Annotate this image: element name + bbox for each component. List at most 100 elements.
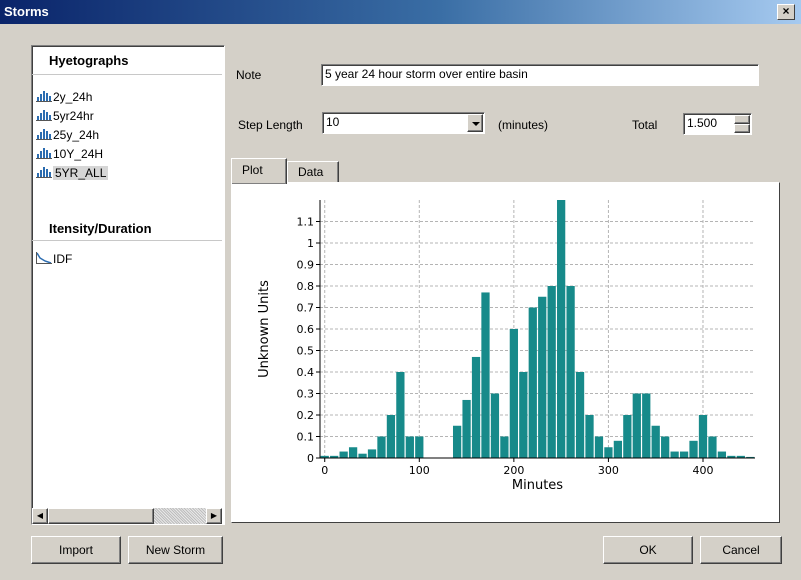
ok-button[interactable]: OK — [603, 536, 693, 564]
x-axis-label: Minutes — [512, 478, 563, 493]
hyetograph-icon — [36, 90, 52, 102]
y-tick-label: 1 — [307, 237, 314, 250]
y-tick-label: 0.9 — [297, 259, 315, 272]
bar — [500, 436, 509, 458]
bar — [566, 286, 575, 458]
hyetograph-icon — [36, 109, 52, 121]
hyetographs-header: Hyetographs — [49, 53, 129, 68]
bar — [661, 436, 670, 458]
bar — [708, 436, 717, 458]
bar — [632, 393, 641, 458]
cancel-button[interactable]: Cancel — [700, 536, 782, 564]
bar — [348, 447, 358, 458]
new-storm-button[interactable]: New Storm — [128, 536, 223, 564]
window-title: Storms — [4, 4, 49, 19]
tab-data[interactable]: Data — [287, 161, 339, 183]
spin-up-button[interactable] — [734, 115, 750, 124]
storm-tree-panel[interactable]: Hyetographs 2y_24h 5yr24hr 25y_24h 10Y_24H 5… — [31, 45, 225, 525]
bar — [585, 415, 594, 458]
y-tick-label: 0.4 — [297, 366, 315, 379]
tab-plot[interactable]: Plot — [231, 158, 287, 184]
bar — [377, 436, 386, 458]
bar — [651, 425, 660, 458]
section-divider — [32, 240, 222, 241]
bar — [538, 296, 547, 458]
x-tick-label: 0 — [321, 464, 328, 477]
bar — [358, 453, 367, 458]
note-label: Note — [236, 68, 262, 82]
bar — [613, 440, 623, 458]
hyetograph-item[interactable]: 10Y_24H — [36, 146, 103, 162]
y-tick-label: 1.1 — [297, 216, 315, 229]
bar — [339, 451, 348, 458]
note-input[interactable]: 5 year 24 hour storm over entire basin — [321, 64, 759, 86]
x-tick-label: 400 — [692, 464, 713, 477]
bar — [490, 393, 500, 458]
hyetograph-item[interactable]: 2y_24h — [36, 89, 92, 105]
idf-curve-icon — [36, 252, 52, 264]
step-length-dropdown[interactable]: 10 — [322, 112, 485, 134]
idf-item-label: IDF — [53, 252, 73, 266]
chevron-down-icon[interactable] — [467, 114, 483, 132]
close-button[interactable]: × — [777, 4, 795, 20]
plot-tab-panel: 0 0.1 0.2 0.3 0.4 0.5 0.6 0.7 0.8 0.9 1 1.1 0 100 200… — [231, 182, 780, 523]
title-bar: Storms × — [0, 0, 801, 24]
bar — [386, 415, 396, 458]
bar — [698, 415, 708, 458]
bar — [367, 449, 377, 458]
bar — [547, 286, 556, 458]
hyetograph-item-label: 10Y_24H — [53, 147, 104, 161]
scroll-right-button[interactable]: ▶ — [206, 508, 222, 524]
bar — [452, 425, 462, 458]
total-label: Total — [632, 118, 658, 132]
bar — [509, 329, 518, 458]
bar — [471, 356, 481, 458]
x-tick-label: 100 — [409, 464, 430, 477]
hyetograph-icon — [36, 166, 52, 178]
import-button[interactable]: Import — [31, 536, 121, 564]
idf-item[interactable]: IDF — [36, 251, 72, 267]
hyetograph-item-label: 5YR_ALL — [53, 166, 109, 180]
hyetograph-item[interactable]: 25y_24h — [36, 127, 99, 143]
y-axis-ticks: 0 0.1 0.2 0.3 0.4 0.5 0.6 0.7 0.8 0.9 1 1.1 — [297, 216, 320, 465]
x-tick-label: 300 — [598, 464, 619, 477]
bar — [462, 399, 471, 458]
x-tick-label: 200 — [503, 464, 524, 477]
y-tick-label: 0.3 — [297, 388, 315, 401]
hyetograph-item-label: 25y_24h — [53, 128, 100, 142]
bar — [594, 436, 604, 458]
scroll-track[interactable] — [154, 508, 206, 524]
scroll-left-button[interactable]: ◀ — [32, 508, 48, 524]
bar — [415, 436, 424, 458]
y-tick-label: 0.5 — [297, 345, 315, 358]
bar — [679, 451, 689, 458]
hyetograph-icon — [36, 128, 52, 140]
step-length-label: Step Length — [238, 118, 303, 132]
x-axis-ticks: 0 100 200 300 400 — [321, 458, 713, 477]
hyetograph-item-label: 5yr24hr — [53, 109, 94, 123]
total-spinner[interactable]: 1.500 — [683, 113, 752, 135]
scroll-thumb[interactable] — [48, 508, 154, 524]
bar — [717, 451, 727, 458]
section-divider — [32, 74, 222, 75]
total-value: 1.500 — [687, 116, 718, 130]
y-tick-label: 0.6 — [297, 323, 315, 336]
hyetograph-chart: 0 0.1 0.2 0.3 0.4 0.5 0.6 0.7 0.8 0.9 1 1.1 0 100 200… — [257, 200, 755, 493]
y-tick-label: 0 — [307, 452, 314, 465]
horizontal-scrollbar[interactable]: ◀ ▶ — [32, 508, 222, 524]
step-unit-label: (minutes) — [498, 118, 549, 132]
hyetograph-item-label: 2y_24h — [53, 90, 93, 104]
bar — [481, 292, 490, 458]
y-tick-label: 0.7 — [297, 302, 315, 315]
bar — [642, 393, 651, 458]
step-length-value: 10 — [326, 115, 340, 129]
bar — [689, 440, 698, 458]
hyetograph-icon — [36, 147, 52, 159]
bar — [604, 447, 613, 458]
hyetograph-item[interactable]: 5YR_ALL — [36, 165, 109, 181]
hyetograph-item[interactable]: 5yr24hr — [36, 108, 94, 124]
bar — [405, 436, 414, 458]
spin-down-button[interactable] — [734, 124, 750, 133]
y-tick-label: 0.1 — [297, 431, 315, 444]
intensity-duration-header: Itensity/Duration — [49, 221, 152, 236]
